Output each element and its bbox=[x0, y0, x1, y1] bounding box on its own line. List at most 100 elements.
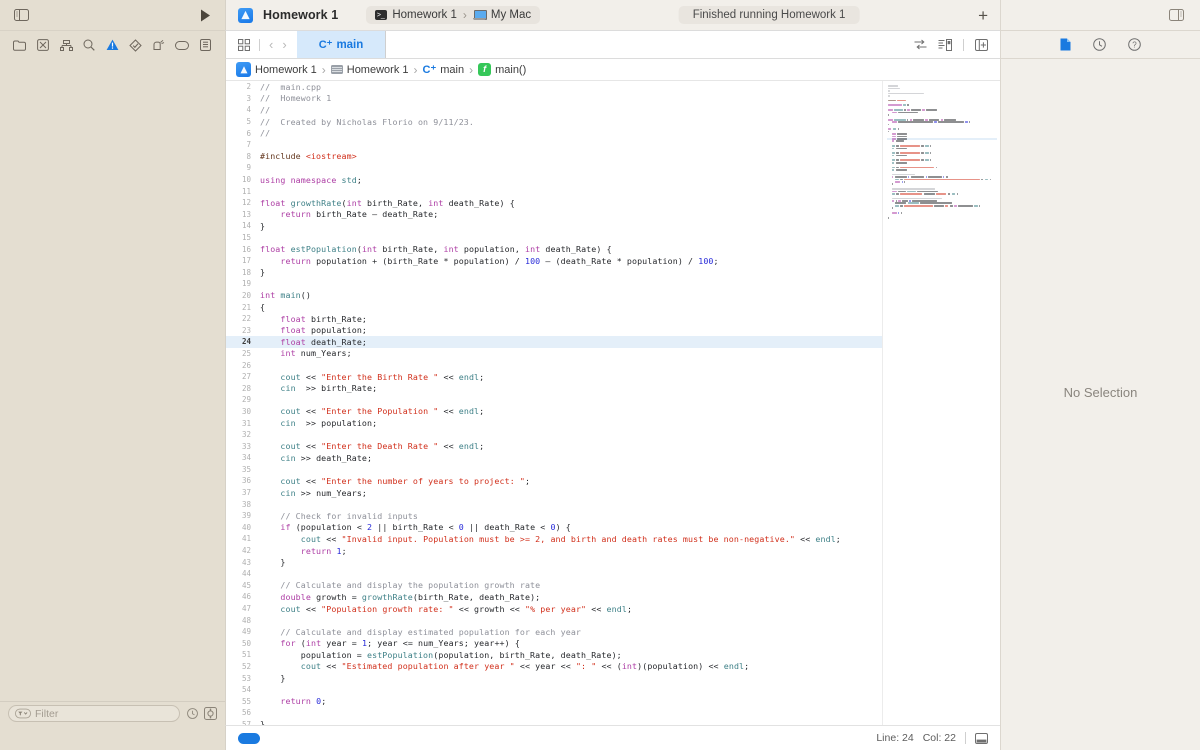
line-number: 57 bbox=[241, 719, 251, 725]
code-line[interactable]: 50 for (int year = 1; year <= num_Years;… bbox=[226, 638, 882, 650]
code-review-icon[interactable] bbox=[938, 38, 952, 51]
code-line[interactable]: 27 cout << "Enter the Birth Rate " << en… bbox=[226, 371, 882, 383]
source-control-navigator-icon[interactable] bbox=[35, 38, 50, 53]
code-line[interactable]: 20 int main() bbox=[226, 290, 882, 302]
code-line[interactable]: 51 population = estPopulation(population… bbox=[226, 649, 882, 661]
code-line[interactable]: 14} bbox=[226, 220, 882, 232]
forward-button[interactable]: › bbox=[282, 37, 286, 52]
back-button[interactable]: ‹ bbox=[269, 37, 273, 52]
symbol-navigator-icon[interactable] bbox=[59, 38, 74, 53]
quick-help-inspector-icon[interactable]: ? bbox=[1128, 38, 1141, 51]
breakpoint-navigator-icon[interactable] bbox=[175, 38, 190, 53]
sidebar-right-icon[interactable] bbox=[1169, 9, 1184, 21]
code-line[interactable]: 10 using namespace std; bbox=[226, 174, 882, 186]
code-line[interactable]: 21 { bbox=[226, 301, 882, 313]
scheme-selector[interactable]: >_ Homework 1 › My Mac bbox=[366, 6, 541, 24]
code-line[interactable]: 26 bbox=[226, 359, 882, 371]
code-line[interactable]: 41 cout << "Invalid input. Population mu… bbox=[226, 533, 882, 545]
sidebar-left-icon[interactable] bbox=[14, 9, 29, 21]
code-line[interactable]: 13 return birth_Rate — death_Rate; bbox=[226, 209, 882, 221]
code-minimap[interactable] bbox=[882, 81, 1000, 725]
project-navigator-icon[interactable] bbox=[12, 38, 27, 53]
code-text bbox=[260, 464, 882, 476]
minimap-toggle-icon[interactable] bbox=[975, 732, 988, 744]
code-line[interactable]: 53 } bbox=[226, 672, 882, 684]
code-line[interactable]: 46 double growth = growthRate(birth_Rate… bbox=[226, 591, 882, 603]
tab-overview-icon[interactable] bbox=[238, 38, 250, 51]
code-line[interactable]: 36 cout << "Enter the number of years to… bbox=[226, 475, 882, 487]
breadcrumb-item-folder[interactable]: Homework 1 bbox=[330, 64, 409, 76]
code-line[interactable]: 49 // Calculate and display estimated po… bbox=[226, 626, 882, 638]
debug-area-toggle[interactable] bbox=[238, 732, 260, 744]
play-icon[interactable] bbox=[200, 9, 211, 22]
source-control-filter-icon[interactable] bbox=[204, 707, 217, 720]
code-line[interactable]: 29 bbox=[226, 394, 882, 406]
code-line[interactable]: 17 return population + (birth_Rate * pop… bbox=[226, 255, 882, 267]
source-editor[interactable]: 2 // main.cpp 3 // Homework 1 4 // 5 // Created… bbox=[226, 81, 882, 725]
code-line[interactable]: 7 bbox=[226, 139, 882, 151]
code-line[interactable]: 18} bbox=[226, 267, 882, 279]
code-line[interactable]: 3 // Homework 1 bbox=[226, 93, 882, 105]
code-line[interactable]: 31 cin >> population; bbox=[226, 417, 882, 429]
code-line[interactable]: 4 // bbox=[226, 104, 882, 116]
issue-navigator-icon[interactable] bbox=[105, 38, 120, 53]
search-input[interactable]: Filter bbox=[8, 705, 180, 722]
breadcrumb-item-project[interactable]: Homework 1 bbox=[236, 62, 317, 77]
line-number: 33 bbox=[241, 441, 251, 451]
add-editor-icon[interactable] bbox=[975, 38, 988, 51]
code-line[interactable]: 25 int num_Years; bbox=[226, 348, 882, 360]
code-line[interactable]: 56 bbox=[226, 707, 882, 719]
recent-filter-icon[interactable] bbox=[187, 708, 198, 719]
adjust-editor-options-icon[interactable] bbox=[914, 39, 927, 50]
code-line[interactable]: 11 bbox=[226, 185, 882, 197]
code-text: for (int year = 1; year <= num_Years; ye… bbox=[280, 638, 520, 649]
test-navigator-icon[interactable] bbox=[128, 38, 143, 53]
history-inspector-icon[interactable] bbox=[1093, 38, 1106, 51]
code-line[interactable]: 37 cin >> num_Years; bbox=[226, 487, 882, 499]
add-button[interactable]: + bbox=[978, 7, 988, 24]
code-line[interactable]: 19 bbox=[226, 278, 882, 290]
code-line[interactable]: 5 // Created by Nicholas Florio on 9/11/2… bbox=[226, 116, 882, 128]
breadcrumb-item-symbol[interactable]: f main() bbox=[478, 63, 526, 76]
status-bar-left bbox=[0, 725, 225, 750]
code-line[interactable]: 32 bbox=[226, 429, 882, 441]
code-line[interactable]: 12 float growthRate(int birth_Rate, int d… bbox=[226, 197, 882, 209]
code-line[interactable]: 35 bbox=[226, 464, 882, 476]
code-line[interactable]: 47 cout << "Population growth rate: " <<… bbox=[226, 603, 882, 615]
code-line[interactable]: 40 if (population < 2 || birth_Rate < 0 … bbox=[226, 522, 882, 534]
code-line[interactable]: 30 cout << "Enter the Population " << en… bbox=[226, 406, 882, 418]
code-line[interactable]: 57} bbox=[226, 719, 882, 725]
code-line[interactable]: 45 // Calculate and display the populati… bbox=[226, 580, 882, 592]
line-number: 49 bbox=[241, 627, 251, 637]
code-line[interactable]: 16 float estPopulation(int birth_Rate, in… bbox=[226, 243, 882, 255]
line-number: 6 bbox=[246, 128, 251, 138]
code-line[interactable]: 48 bbox=[226, 614, 882, 626]
code-line[interactable]: 28 cin >> birth_Rate; bbox=[226, 382, 882, 394]
file-inspector-icon[interactable] bbox=[1060, 38, 1071, 51]
code-line[interactable]: 34 cin >> death_Rate; bbox=[226, 452, 882, 464]
code-line[interactable]: 43 } bbox=[226, 556, 882, 568]
tab-main[interactable]: C⁺ main bbox=[296, 31, 387, 58]
find-navigator-icon[interactable] bbox=[82, 38, 97, 53]
code-line[interactable]: 52 cout << "Estimated population after y… bbox=[226, 661, 882, 673]
code-line[interactable]: 55 return 0; bbox=[226, 695, 882, 707]
report-navigator-icon[interactable] bbox=[198, 38, 213, 53]
code-line[interactable]: 9 bbox=[226, 162, 882, 174]
code-line[interactable]: 24 float death_Rate; bbox=[226, 336, 882, 348]
code-line[interactable]: 23 float population; bbox=[226, 324, 882, 336]
status-bar-center: Line: 24 Col: 22 bbox=[225, 725, 1000, 750]
code-line[interactable]: 15 bbox=[226, 232, 882, 244]
line-number: 23 bbox=[241, 325, 251, 335]
code-line[interactable]: 42 return 1; bbox=[226, 545, 882, 557]
code-line[interactable]: 38 bbox=[226, 498, 882, 510]
code-line[interactable]: 44 bbox=[226, 568, 882, 580]
breadcrumb-item-file[interactable]: C⁺ main bbox=[423, 63, 465, 77]
code-line[interactable]: 22 float birth_Rate; bbox=[226, 313, 882, 325]
code-line[interactable]: 6 // bbox=[226, 127, 882, 139]
code-line[interactable]: 39 // Check for invalid inputs bbox=[226, 510, 882, 522]
code-line[interactable]: 8 #include <iostream> bbox=[226, 151, 882, 163]
debug-navigator-icon[interactable] bbox=[151, 38, 166, 53]
code-line[interactable]: 54 bbox=[226, 684, 882, 696]
code-line[interactable]: 33 cout << "Enter the Death Rate " << en… bbox=[226, 440, 882, 452]
code-line[interactable]: 2 // main.cpp bbox=[226, 81, 882, 93]
